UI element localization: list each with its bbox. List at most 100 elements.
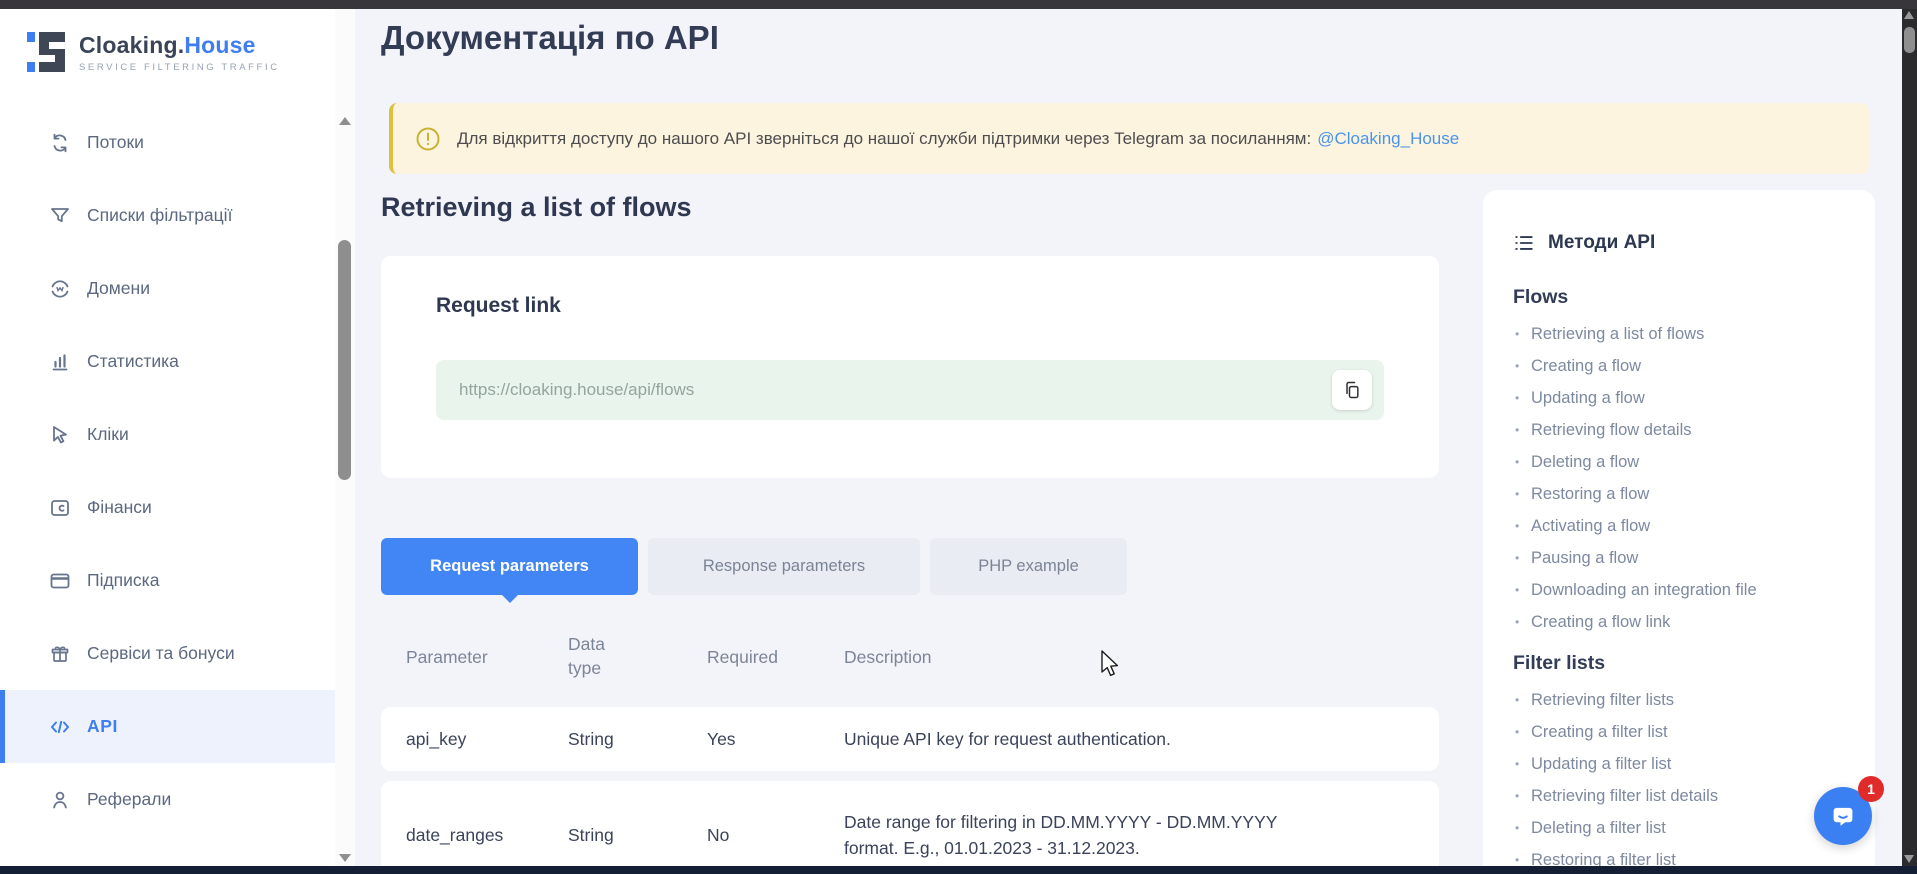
flows-icon bbox=[48, 131, 72, 155]
sidebar-item-label: API bbox=[87, 716, 118, 737]
methods-section-filter-lists: Filter lists bbox=[1513, 652, 1855, 675]
table-row: api_key String Yes Unique API key for re… bbox=[381, 707, 1439, 771]
table-header-parameter: Parameter bbox=[381, 647, 568, 668]
api-methods-panel: Методи API Flows Retrieving a list of fl… bbox=[1483, 190, 1875, 866]
method-link[interactable]: Retrieving filter lists bbox=[1513, 684, 1855, 716]
sidebar-item-domains[interactable]: Домени bbox=[0, 252, 355, 325]
cell-description: Unique API key for request authenticatio… bbox=[844, 729, 1439, 750]
chat-bubble-icon bbox=[1828, 801, 1858, 831]
finance-icon bbox=[48, 496, 72, 520]
tab-request-parameters[interactable]: Request parameters bbox=[381, 538, 638, 595]
brand-tagline: SERVICE FILTERING TRAFFIC bbox=[79, 62, 280, 73]
brand-name: Cloaking.House bbox=[79, 32, 280, 59]
method-link[interactable]: Creating a flow link bbox=[1513, 606, 1855, 638]
window-bottom-edge bbox=[0, 866, 1917, 874]
method-link[interactable]: Downloading an integration file bbox=[1513, 574, 1855, 606]
request-link-title: Request link bbox=[436, 294, 561, 318]
tab-response-parameters[interactable]: Response parameters bbox=[648, 538, 920, 595]
sidebar-item-label: Потоки bbox=[87, 132, 144, 153]
window-top-edge bbox=[0, 0, 1917, 9]
cell-parameter: api_key bbox=[381, 729, 568, 750]
cell-parameter: date_ranges bbox=[381, 825, 568, 846]
clicks-icon bbox=[48, 423, 72, 447]
request-url-field[interactable]: https://cloaking.house/api/flows bbox=[436, 360, 1384, 420]
table-header-row: Parameter Data type Required Description bbox=[381, 617, 1439, 697]
table-header-required: Required bbox=[707, 647, 844, 668]
methods-panel-title: Методи API bbox=[1548, 232, 1655, 254]
methods-section-flows: Flows bbox=[1513, 286, 1855, 309]
sidebar-item-statistics[interactable]: Статистика bbox=[0, 325, 355, 398]
copy-button[interactable] bbox=[1332, 370, 1372, 410]
sidebar-item-filter-lists[interactable]: Списки фільтрації bbox=[0, 179, 355, 252]
copy-icon bbox=[1342, 380, 1362, 400]
page-scrollbar[interactable] bbox=[1902, 0, 1917, 874]
method-link[interactable]: Pausing a flow bbox=[1513, 542, 1855, 574]
sidebar-scrollbar[interactable] bbox=[335, 9, 355, 866]
logo-text: Cloaking.House SERVICE FILTERING TRAFFIC bbox=[79, 32, 280, 73]
api-icon bbox=[48, 715, 72, 739]
warning-icon bbox=[415, 126, 441, 152]
method-link[interactable]: Retrieving a list of flows bbox=[1513, 318, 1855, 350]
sidebar-item-flows[interactable]: Потоки bbox=[0, 106, 355, 179]
sidebar-item-label: Фінанси bbox=[87, 497, 152, 518]
sidebar-item-label: Сервіси та бонуси bbox=[87, 643, 235, 664]
table-header-description: Description bbox=[844, 647, 1439, 668]
method-link[interactable]: Activating a flow bbox=[1513, 510, 1855, 542]
subscription-icon bbox=[48, 569, 72, 593]
sidebar-item-label: Кліки bbox=[87, 424, 129, 445]
sidebar-item-services-bonuses[interactable]: Сервіси та бонуси bbox=[0, 617, 355, 690]
cell-description: Date range for filtering in DD.MM.YYYY -… bbox=[844, 809, 1439, 862]
services-bonuses-icon bbox=[48, 642, 72, 666]
method-link[interactable]: Deleting a filter list bbox=[1513, 812, 1855, 844]
chat-widget-button[interactable]: 1 bbox=[1814, 787, 1872, 845]
method-link[interactable]: Retrieving filter list details bbox=[1513, 780, 1855, 812]
method-link[interactable]: Creating a flow bbox=[1513, 350, 1855, 382]
sidebar-item-label: Статистика bbox=[87, 351, 179, 372]
section-title: Retrieving a list of flows bbox=[381, 192, 692, 223]
mouse-cursor bbox=[1100, 650, 1126, 680]
cell-data-type: String bbox=[568, 825, 707, 846]
statistics-icon bbox=[48, 350, 72, 374]
list-icon bbox=[1513, 232, 1535, 254]
telegram-link[interactable]: @Cloaking_House bbox=[1317, 129, 1459, 148]
methods-panel-header: Методи API bbox=[1513, 232, 1855, 254]
cell-required: No bbox=[707, 825, 844, 846]
method-link[interactable]: Updating a filter list bbox=[1513, 748, 1855, 780]
sidebar-item-finance[interactable]: Фінанси bbox=[0, 471, 355, 544]
scroll-up-arrow-icon[interactable] bbox=[1904, 11, 1914, 19]
main-content: Документація по API Для відкриття доступ… bbox=[355, 9, 1902, 866]
parameter-tabs: Request parameters Response parameters P… bbox=[381, 538, 1127, 595]
method-link[interactable]: Restoring a flow bbox=[1513, 478, 1855, 510]
sidebar-item-clicks[interactable]: Кліки bbox=[0, 398, 355, 471]
scroll-down-arrow-icon[interactable] bbox=[1904, 855, 1914, 863]
sidebar-item-referrals[interactable]: Реферали bbox=[0, 763, 355, 836]
filter-lists-icon bbox=[48, 204, 72, 228]
tab-php-example[interactable]: PHP example bbox=[930, 538, 1127, 595]
referrals-icon bbox=[48, 788, 72, 812]
methods-list-flows: Retrieving a list of flows Creating a fl… bbox=[1513, 318, 1855, 638]
sidebar-item-label: Списки фільтрації bbox=[87, 205, 232, 226]
sidebar-scroll-down-icon[interactable] bbox=[339, 854, 351, 862]
method-link[interactable]: Creating a filter list bbox=[1513, 716, 1855, 748]
sidebar: Cloaking.House SERVICE FILTERING TRAFFIC… bbox=[0, 9, 355, 866]
method-link[interactable]: Restoring a filter list bbox=[1513, 844, 1855, 866]
cell-required: Yes bbox=[707, 729, 844, 750]
sidebar-item-subscription[interactable]: Підписка bbox=[0, 544, 355, 617]
request-url: https://cloaking.house/api/flows bbox=[436, 380, 694, 400]
chat-notification-badge: 1 bbox=[1858, 776, 1884, 802]
sidebar-scrollbar-thumb[interactable] bbox=[338, 240, 351, 480]
method-link[interactable]: Updating a flow bbox=[1513, 382, 1855, 414]
methods-list-filter-lists: Retrieving filter lists Creating a filte… bbox=[1513, 684, 1855, 866]
sidebar-item-label: Підписка bbox=[87, 570, 159, 591]
sidebar-item-api[interactable]: API bbox=[0, 690, 355, 763]
domains-icon bbox=[48, 277, 72, 301]
request-link-card: Request link https://cloaking.house/api/… bbox=[381, 256, 1439, 478]
sidebar-scroll-up-icon[interactable] bbox=[339, 117, 351, 125]
banner-text: Для відкриття доступу до нашого API звер… bbox=[457, 129, 1459, 149]
method-link[interactable]: Retrieving flow details bbox=[1513, 414, 1855, 446]
table-header-data-type: Data type bbox=[568, 633, 707, 680]
method-link[interactable]: Deleting a flow bbox=[1513, 446, 1855, 478]
page-scrollbar-thumb[interactable] bbox=[1904, 27, 1915, 53]
page-title: Документація по API bbox=[381, 19, 719, 57]
logo[interactable]: Cloaking.House SERVICE FILTERING TRAFFIC bbox=[27, 29, 280, 75]
